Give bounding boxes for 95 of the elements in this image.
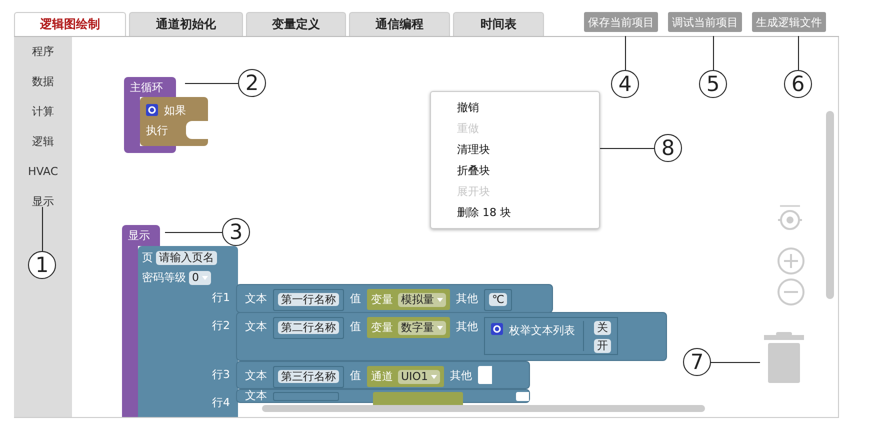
zoom-out-icon[interactable] [777, 278, 805, 306]
value-block[interactable]: 变量 数字量 [367, 317, 450, 338]
block-label: 其他 [456, 291, 478, 307]
callout-number: 2 [238, 69, 266, 97]
leader-line [165, 232, 222, 233]
scrollbar[interactable] [826, 111, 834, 299]
display-block[interactable]: 显示 [122, 225, 160, 246]
caret-icon [437, 326, 443, 330]
text-block[interactable] [273, 392, 339, 401]
category-item[interactable]: 程序 [32, 41, 54, 71]
menu-item[interactable]: 清理块 [457, 142, 599, 163]
menu-item[interactable]: 撤销 [457, 100, 599, 121]
text-field[interactable]: 第二行名称 [278, 321, 339, 334]
callout-number: 3 [222, 218, 250, 246]
leader-line [713, 36, 714, 70]
empty-socket [478, 366, 492, 384]
block-label: 枚举文本列表 [509, 323, 575, 338]
block-label: 变量 [371, 292, 393, 307]
block-arm [124, 96, 140, 153]
leader-line [625, 36, 626, 70]
scrollbar[interactable] [262, 405, 705, 412]
tab[interactable]: 变量定义 [246, 12, 346, 36]
category-item[interactable]: 数据 [32, 71, 54, 101]
text-field[interactable]: 请输入页名 [156, 250, 217, 264]
block-label: 执行 [146, 122, 168, 138]
row-block[interactable]: 文本 第三行名称 值 通道 UIO1 其他 [236, 361, 530, 389]
block-label: 密码等级 [142, 270, 186, 285]
callout-number: 4 [611, 70, 639, 98]
text-block[interactable]: 第三行名称 [273, 366, 344, 388]
callout-number: 7 [683, 348, 711, 376]
tab[interactable]: 逻辑图绘制 [14, 12, 126, 36]
category-item[interactable]: HVAC [28, 161, 58, 191]
text-field[interactable]: 第一行名称 [278, 293, 339, 306]
block-label: 其他 [456, 319, 478, 335]
callout-number: 6 [784, 70, 812, 98]
dropdown-field[interactable]: 0 [189, 270, 211, 284]
block-label: 如果 [164, 102, 186, 118]
trash-icon[interactable] [764, 332, 804, 384]
block-label: 值 [350, 291, 361, 307]
block-label: 变量 [371, 320, 393, 335]
text-field[interactable]: 关 [594, 321, 611, 335]
text-field[interactable]: 开 [594, 339, 611, 353]
tab[interactable]: 时间表 [453, 12, 544, 36]
block-label: 主循环 [130, 81, 163, 94]
text-block[interactable]: ℃ [484, 289, 512, 311]
block-label: 页 [142, 250, 153, 265]
row-label: 行1 [211, 290, 230, 305]
text-block[interactable]: 第一行名称 [273, 289, 344, 311]
tab[interactable]: 通信编程 [349, 12, 450, 36]
block-label: 值 [350, 319, 361, 335]
row-block[interactable]: 文本 第一行名称 值 变量 模拟量 其他 ℃ [236, 284, 553, 313]
text-block[interactable]: 第二行名称 [273, 317, 344, 339]
block-label: 文本 [245, 319, 267, 335]
zoom-in-icon[interactable] [777, 247, 805, 275]
caret-icon [202, 276, 208, 280]
leader-line [600, 148, 655, 149]
block-label: 文本 [245, 368, 267, 384]
menu-item[interactable]: 折叠块 [457, 163, 599, 184]
leader-line [185, 83, 238, 84]
gear-icon[interactable] [491, 323, 503, 335]
category-item[interactable]: 逻辑 [32, 131, 54, 161]
row-label: 行2 [211, 318, 230, 333]
row-block[interactable]: 文本 [236, 389, 530, 403]
leader-line [42, 207, 43, 252]
block-label: 文本 [245, 291, 267, 307]
block-label: 其他 [450, 368, 472, 384]
block-label: 通道 [371, 369, 393, 384]
block-label: 文本 [245, 390, 267, 402]
callout-number: 5 [699, 70, 727, 98]
row-label: 行3 [211, 367, 230, 382]
category-item[interactable]: 显示 [32, 191, 54, 221]
leader-line [710, 362, 760, 363]
value-block[interactable]: 变量 模拟量 [367, 289, 450, 310]
caret-icon [430, 374, 437, 378]
enum-block[interactable]: 枚举文本列表 关 开 [484, 317, 618, 355]
gear-icon[interactable] [146, 104, 158, 116]
tab[interactable]: 通道初始化 [129, 12, 243, 36]
dropdown-field[interactable]: UIO1 [398, 370, 440, 384]
row-block[interactable]: 文本 第二行名称 值 变量 数字量 其他 枚举文本列表 关 开 [236, 312, 667, 361]
row-label: 行4 [211, 395, 230, 410]
value-block[interactable]: 通道 UIO1 [367, 366, 444, 387]
callout-number: 8 [654, 134, 682, 162]
block-label: 值 [350, 368, 361, 384]
loop-block[interactable]: 主循环 [124, 77, 176, 97]
empty-socket [516, 392, 529, 401]
caret-icon [437, 298, 443, 302]
leader-line [798, 36, 799, 70]
block-foot [139, 146, 176, 153]
dropdown-field[interactable]: 模拟量 [398, 292, 446, 306]
category-item[interactable]: 计算 [32, 101, 54, 131]
menu-item[interactable]: 删除 18 块 [457, 205, 599, 226]
text-field[interactable]: ℃ [489, 293, 508, 306]
block-label: 显示 [128, 229, 150, 242]
text-field[interactable]: 第三行名称 [278, 370, 339, 383]
dropdown-field[interactable]: 数字量 [398, 320, 446, 334]
